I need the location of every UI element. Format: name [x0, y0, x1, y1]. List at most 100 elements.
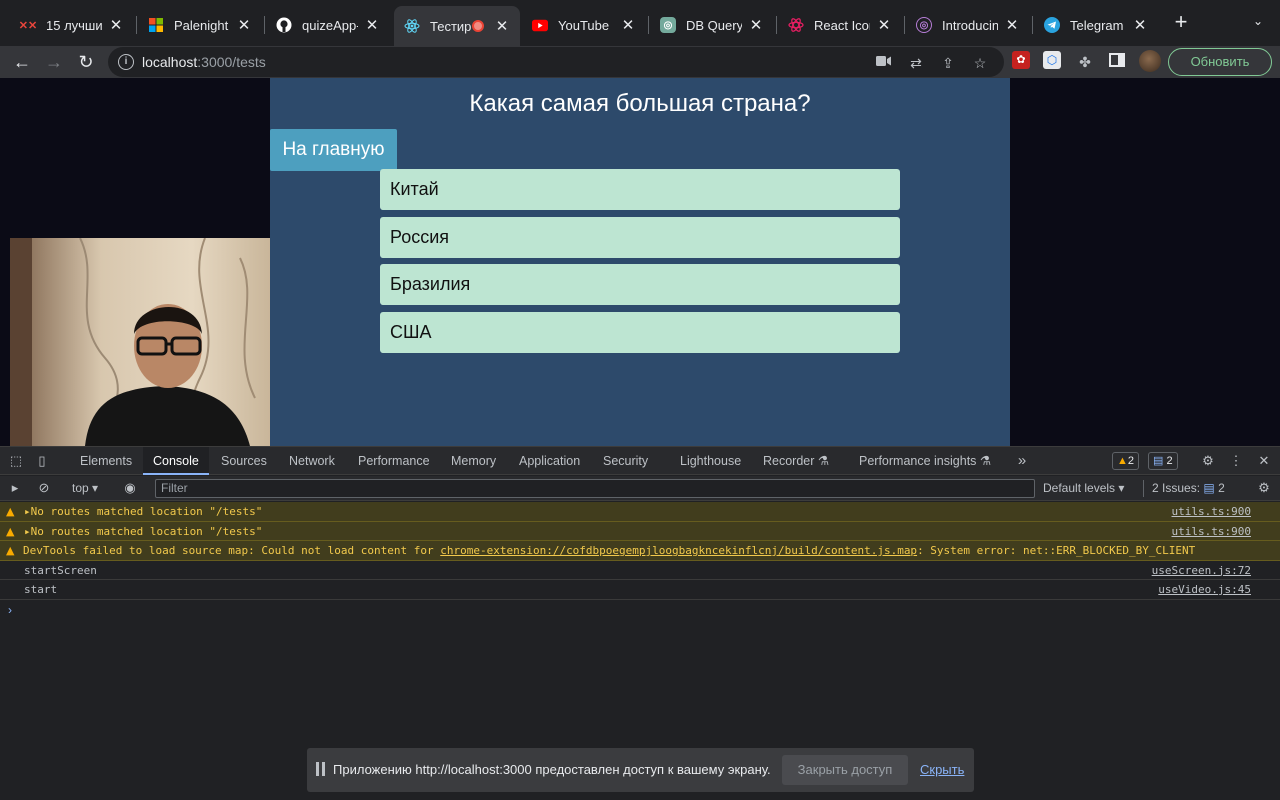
microsoft-favicon-icon: [148, 17, 164, 33]
close-icon[interactable]: ✕: [1004, 16, 1020, 34]
tab-title: Тестир: [430, 18, 472, 34]
answer-option[interactable]: Бразилия: [380, 264, 900, 305]
more-tabs-icon[interactable]: »: [1013, 452, 1031, 470]
console-filter-input[interactable]: Filter: [155, 479, 1035, 498]
url-text: localhost:3000/tests: [142, 54, 266, 70]
stop-sharing-button[interactable]: Закрыть доступ: [782, 755, 908, 785]
browser-tab-strip: ✕✕ 15 лучших ✕ Palenight T ✕ quizeApp- ✕…: [0, 0, 1280, 46]
site-info-icon[interactable]: i: [118, 54, 134, 70]
console-message-warning[interactable]: ▲ ▸No routes matched location "/tests" u…: [0, 521, 1280, 541]
warnings-badge[interactable]: ▲2: [1112, 452, 1140, 470]
tab-console[interactable]: Console: [143, 447, 209, 475]
context-select[interactable]: top ▾: [72, 480, 98, 497]
close-icon[interactable]: ✕: [364, 16, 380, 34]
tab-title: quizeApp-: [302, 17, 358, 33]
tab-telegram[interactable]: Telegram V ✕: [1034, 8, 1158, 42]
tab-elements[interactable]: Elements: [80, 447, 132, 475]
tab-introducing[interactable]: ◎ Introducing ✕: [906, 8, 1030, 42]
settings-gear-icon[interactable]: ⚙: [1199, 452, 1217, 470]
console-toolbar: ▸ ⊘ top ▾ ◉ Filter Default levels ▾ 2 Is…: [0, 476, 1280, 501]
tab-15-luchshih[interactable]: ✕✕ 15 лучших ✕: [10, 8, 134, 42]
console-message-warning[interactable]: ▲ ▸No routes matched location "/tests" u…: [0, 502, 1280, 522]
close-icon[interactable]: ✕: [494, 17, 510, 35]
close-icon[interactable]: ✕: [620, 16, 636, 34]
console-message-log: startScreen useScreen.js:72: [0, 561, 1280, 580]
hide-notification-link[interactable]: Скрыть: [920, 762, 964, 777]
tab-lighthouse[interactable]: Lighthouse: [680, 447, 741, 475]
tab-recorder[interactable]: Recorder ⚗: [763, 447, 829, 475]
source-link[interactable]: useScreen.js:72: [1152, 561, 1251, 580]
tab-react-icons[interactable]: React Icon ✕: [778, 8, 902, 42]
flask-icon: ⚗: [979, 454, 992, 468]
tab-network[interactable]: Network: [289, 447, 335, 475]
device-toggle-icon[interactable]: ▯: [33, 452, 51, 470]
log-levels-select[interactable]: Default levels ▾: [1043, 480, 1124, 497]
telegram-favicon-icon: [1044, 17, 1060, 33]
address-bar[interactable]: i localhost:3000/tests ⇄ ⇪ ☆: [108, 47, 1004, 77]
chevron-down-icon[interactable]: ⌄: [1248, 14, 1268, 34]
tab-testirovanie-active[interactable]: Тестир ✕: [394, 6, 520, 46]
close-icon[interactable]: ✕: [236, 16, 252, 34]
extension-red-icon[interactable]: ✿: [1012, 51, 1032, 71]
eye-icon[interactable]: ◉: [121, 479, 139, 497]
close-icon[interactable]: ✕: [1132, 16, 1148, 34]
tab-performance[interactable]: Performance: [358, 447, 430, 475]
close-devtools-icon[interactable]: ✕: [1255, 452, 1273, 470]
tab-quizeapp[interactable]: quizeApp- ✕: [266, 8, 390, 42]
openai-favicon-icon: ◎: [916, 17, 932, 33]
inspect-element-icon[interactable]: ⬚: [7, 452, 25, 470]
messages-badge[interactable]: ▤ 2: [1148, 452, 1178, 470]
tab-application[interactable]: Application: [519, 447, 580, 475]
source-link[interactable]: useVideo.js:45: [1158, 580, 1251, 599]
extensions-puzzle-icon[interactable]: ✤: [1075, 52, 1095, 72]
answer-option[interactable]: Россия: [380, 216, 900, 258]
tab-db-query[interactable]: ◎ DB Query v ✕: [650, 8, 774, 42]
camera-icon[interactable]: [874, 52, 894, 72]
close-icon[interactable]: ✕: [748, 16, 764, 34]
source-link[interactable]: utils.ts:900: [1172, 522, 1251, 541]
kebab-menu-icon[interactable]: ⋮: [1227, 452, 1245, 470]
console-settings-gear-icon[interactable]: ⚙: [1255, 479, 1273, 497]
source-link[interactable]: utils.ts:900: [1172, 502, 1251, 521]
x-favicon-icon: ✕✕: [18, 19, 38, 32]
extension-cube-icon[interactable]: ⬡: [1043, 51, 1063, 71]
reload-icon[interactable]: ↻: [74, 50, 98, 74]
update-browser-button[interactable]: Обновить: [1168, 48, 1272, 76]
webcam-video: [10, 238, 270, 446]
youtube-favicon-icon: [532, 17, 548, 33]
quiz-app: Какая самая большая страна? На главную К…: [270, 78, 1010, 446]
warning-icon: ▲: [6, 544, 15, 557]
tab-sources[interactable]: Sources: [221, 447, 267, 475]
close-icon[interactable]: ✕: [876, 16, 892, 34]
share-message: Приложению http://localhost:3000 предост…: [333, 762, 771, 777]
answers-list: Китай Россия Бразилия США: [380, 169, 900, 359]
sourcemap-link[interactable]: chrome-extension://cofdbpoegempjloogbagk…: [440, 544, 917, 557]
console-message-log: start useVideo.js:45: [0, 580, 1280, 600]
console-prompt[interactable]: ›: [0, 600, 1280, 620]
back-arrow-icon[interactable]: ←: [10, 50, 34, 74]
home-button[interactable]: На главную: [270, 129, 397, 171]
side-panel-icon[interactable]: [1107, 52, 1127, 72]
clear-console-icon[interactable]: ⊘: [35, 479, 53, 497]
tab-palenight[interactable]: Palenight T ✕: [138, 8, 262, 42]
sidebar-toggle-icon[interactable]: ▸: [6, 479, 24, 497]
translate-icon[interactable]: ⇄: [906, 53, 926, 73]
forward-arrow-icon[interactable]: →: [42, 50, 66, 74]
issues-counter[interactable]: 2 Issues: ▤ 2: [1143, 480, 1225, 497]
profile-avatar-icon[interactable]: [1139, 50, 1161, 72]
tab-memory[interactable]: Memory: [451, 447, 496, 475]
page-viewport: Какая самая большая страна? На главную К…: [0, 78, 1280, 446]
tab-youtube[interactable]: YouTube ✕: [522, 8, 646, 42]
console-message-warning: ▲ DevTools failed to load source map: Co…: [0, 541, 1280, 561]
answer-option[interactable]: Китай: [380, 169, 900, 210]
tab-security[interactable]: Security: [603, 447, 648, 475]
close-icon[interactable]: ✕: [108, 16, 124, 34]
share-icon[interactable]: ⇪: [938, 53, 958, 73]
tab-performance-insights[interactable]: Performance insights ⚗: [859, 447, 991, 475]
new-tab-icon[interactable]: +: [1170, 11, 1192, 34]
bookmark-star-icon[interactable]: ☆: [970, 53, 990, 73]
answer-option[interactable]: США: [380, 311, 900, 353]
recording-indicator-icon: [472, 20, 484, 32]
tab-title: 15 лучших: [46, 17, 102, 33]
openai-favicon-icon: ◎: [660, 17, 676, 33]
